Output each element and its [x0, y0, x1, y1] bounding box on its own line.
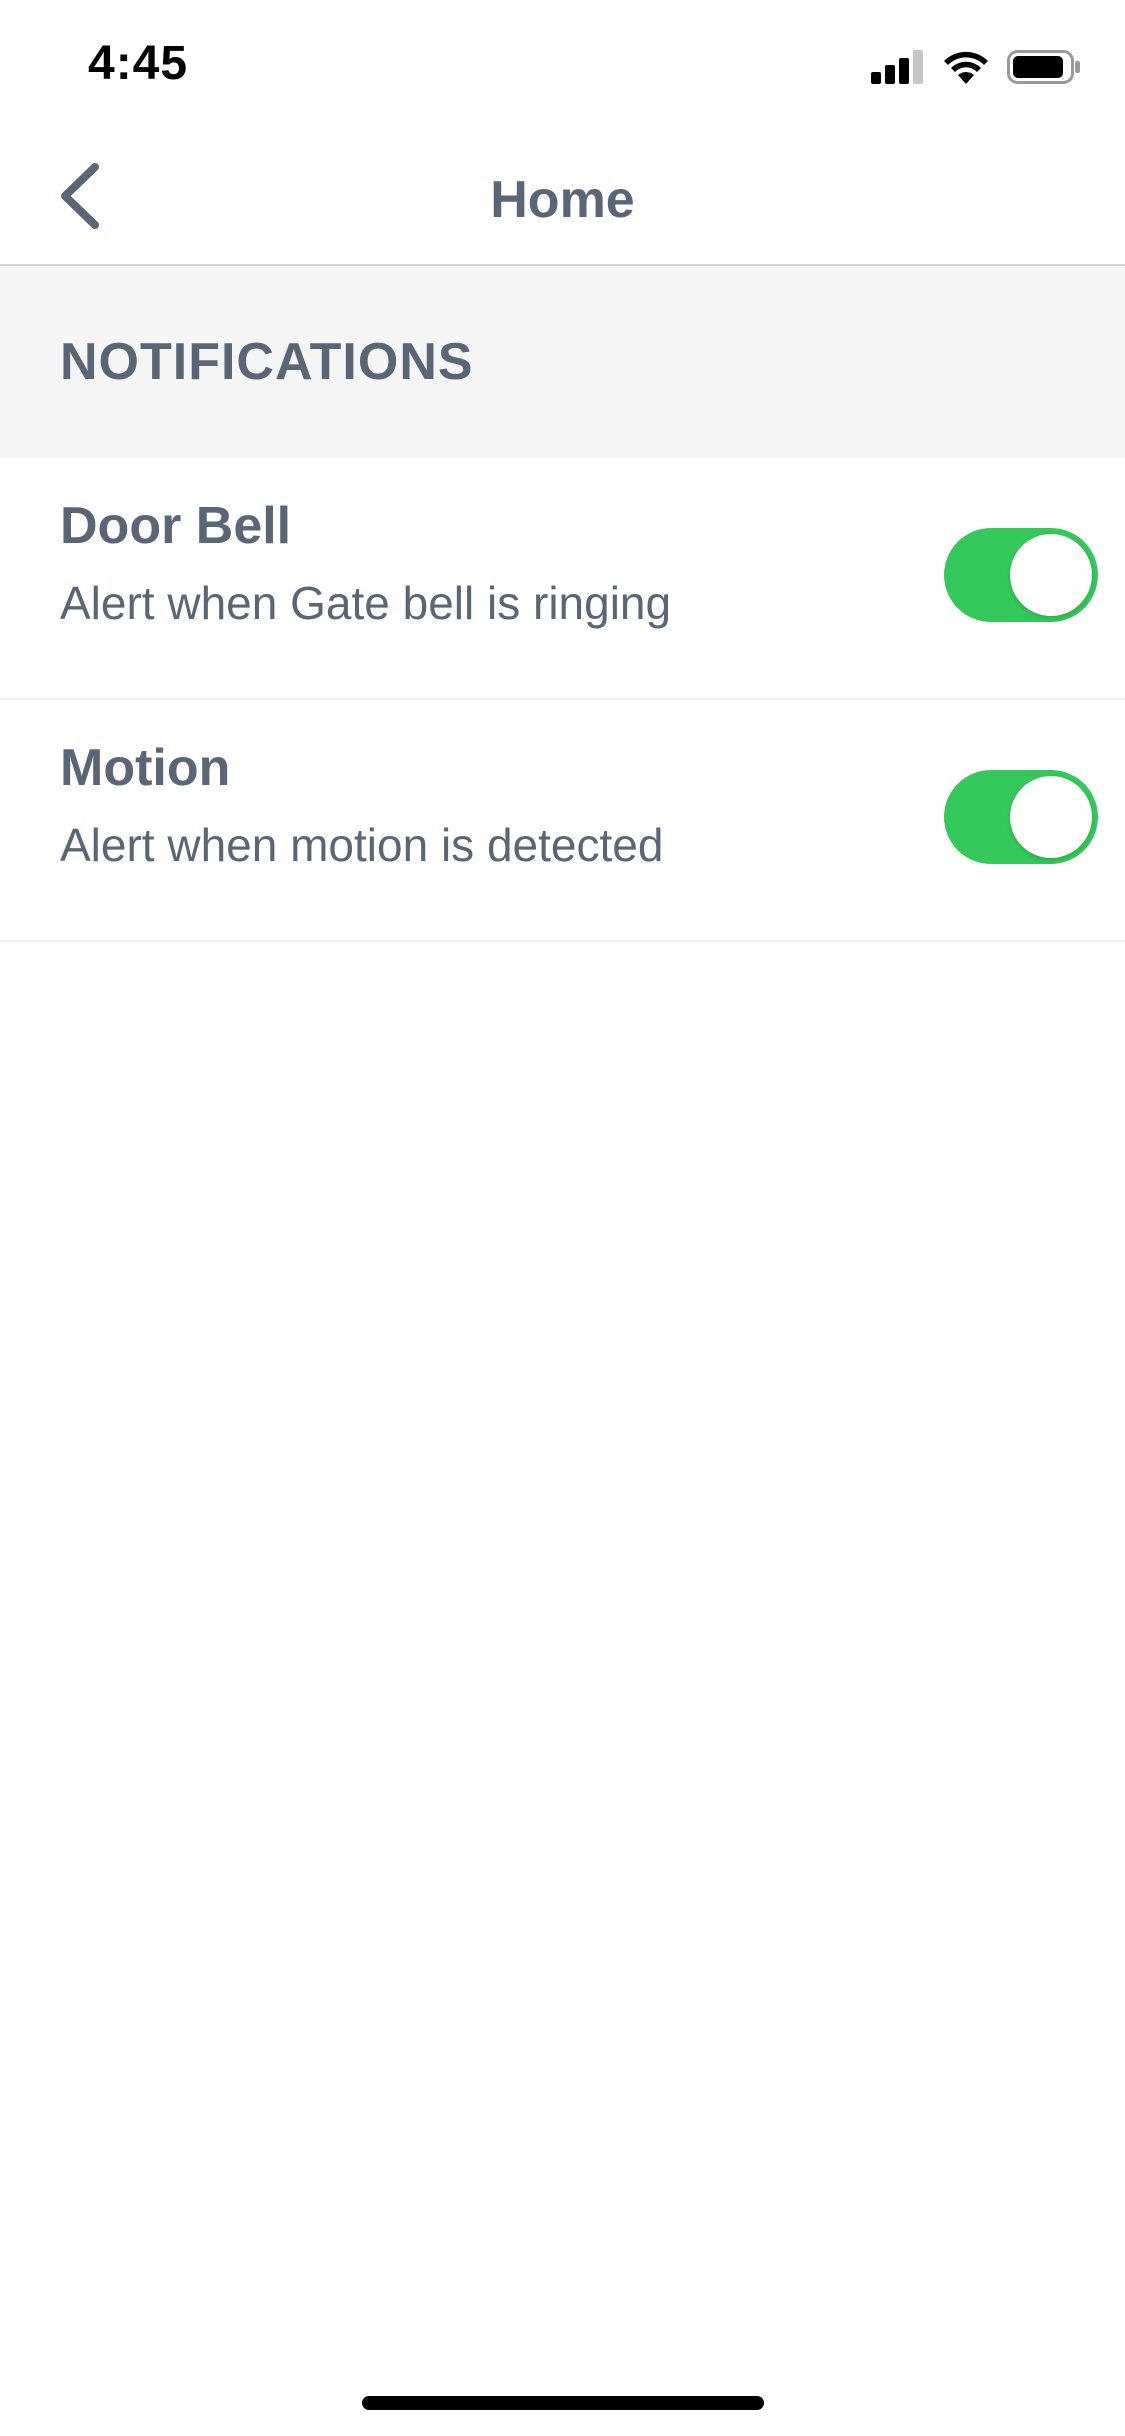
- section-title: NOTIFICATIONS: [60, 333, 474, 391]
- door-bell-toggle[interactable]: [944, 528, 1098, 622]
- list-item-motion: Motion Alert when motion is detected: [0, 700, 1125, 942]
- notification-list: Door Bell Alert when Gate bell is ringin…: [0, 458, 1125, 942]
- item-subtitle: Alert when motion is detected: [60, 819, 664, 871]
- battery-icon: [1007, 50, 1081, 89]
- item-title: Motion: [60, 739, 231, 797]
- toggle-knob: [1010, 776, 1092, 858]
- motion-toggle[interactable]: [944, 770, 1098, 864]
- toggle-knob: [1010, 534, 1092, 616]
- status-bar: 4:45: [0, 0, 1125, 132]
- wifi-icon: [943, 50, 989, 89]
- section-header: NOTIFICATIONS: [0, 266, 1125, 458]
- item-subtitle: Alert when Gate bell is ringing: [60, 577, 672, 629]
- signal-icon: [871, 50, 925, 89]
- home-indicator[interactable]: [362, 2396, 764, 2410]
- page-title: Home: [490, 171, 635, 229]
- item-title: Door Bell: [60, 497, 292, 555]
- status-icons: [871, 50, 1081, 89]
- status-time: 4:45: [88, 37, 189, 90]
- nav-bar: Home: [0, 132, 1125, 266]
- list-item-door-bell: Door Bell Alert when Gate bell is ringin…: [0, 458, 1125, 700]
